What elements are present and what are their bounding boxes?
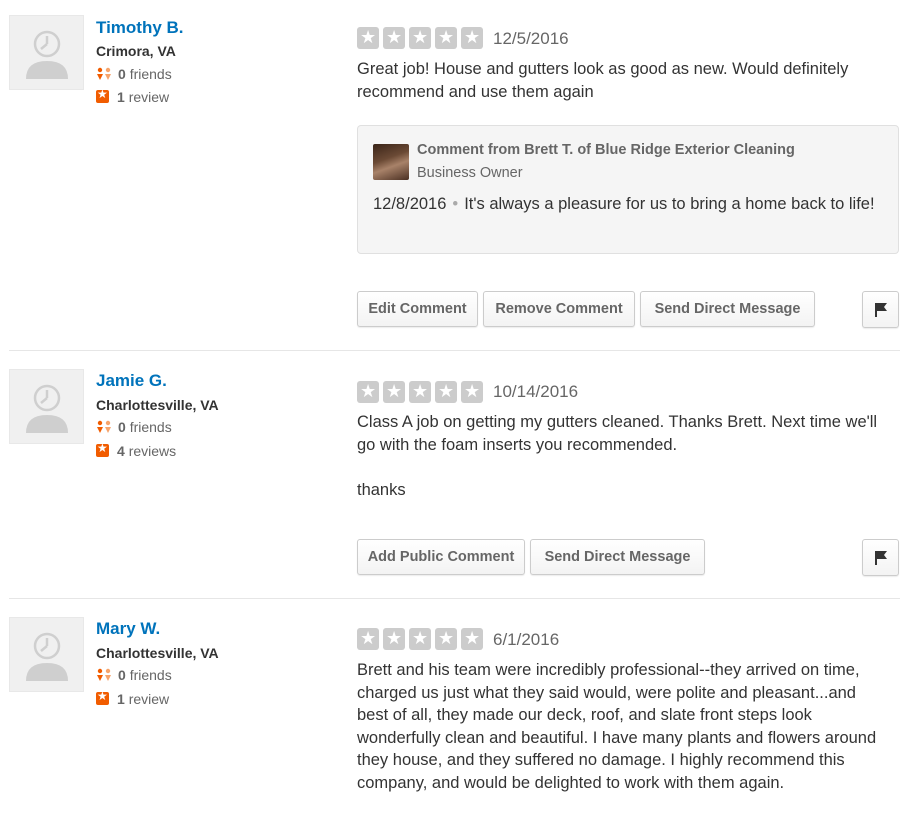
- review-text: Class A job on getting my gutters cleane…: [357, 413, 878, 454]
- review-divider: [9, 350, 900, 351]
- friends-count: 0: [118, 667, 126, 683]
- friends-icon: [97, 67, 111, 80]
- rating-star-icon: [461, 26, 483, 49]
- review-star-icon: [96, 689, 109, 705]
- user-name-link[interactable]: Mary W.: [96, 619, 160, 639]
- friends-stat: 0 friends: [96, 66, 172, 82]
- friends-icon: [97, 420, 111, 433]
- user-avatar[interactable]: [9, 617, 84, 692]
- review-text: Brett and his team were incredibly profe…: [357, 661, 877, 792]
- comment-author: Comment from Brett T. of Blue Ridge Exte…: [417, 142, 795, 158]
- flag-icon: [875, 303, 887, 317]
- review-text-closing: thanks: [357, 481, 406, 499]
- rating-star-icon: [409, 380, 431, 403]
- reviews-stat: 1 review: [96, 87, 170, 105]
- friends-count: 0: [118, 66, 126, 82]
- user-avatar[interactable]: [9, 15, 84, 90]
- comment-text: It's always a pleasure for us to bring a…: [464, 195, 875, 213]
- rating-star-icon: [435, 627, 457, 650]
- review-divider: [9, 598, 900, 599]
- rating-star-icon: [461, 380, 483, 403]
- rating-star-icon: [383, 627, 405, 650]
- friends-icon: [97, 668, 111, 681]
- rating-star-icon: [409, 26, 431, 49]
- separator-dot: •: [452, 195, 459, 213]
- friends-stat: 0 friends: [96, 419, 172, 435]
- flag-icon: [875, 551, 887, 565]
- rating-star-icon: [357, 380, 379, 403]
- user-avatar[interactable]: [9, 369, 84, 444]
- add-public-comment-button[interactable]: Add Public Comment: [357, 539, 525, 575]
- reviews-count: 4: [117, 443, 125, 459]
- user-location: Charlottesville, VA: [96, 645, 219, 661]
- comment-date: 12/8/2016: [373, 195, 447, 213]
- flag-review-button[interactable]: [862, 539, 899, 576]
- friends-label: friends: [129, 66, 172, 82]
- rating-star-icon: [383, 380, 405, 403]
- owner-avatar[interactable]: [373, 144, 409, 180]
- owner-comment: Comment from Brett T. of Blue Ridge Exte…: [357, 125, 899, 254]
- user-name-link[interactable]: Jamie G.: [96, 371, 167, 391]
- rating-star-icon: [357, 26, 379, 49]
- reviews-stat: 4 reviews: [96, 441, 177, 459]
- review-star-icon: [96, 441, 109, 457]
- edit-comment-button[interactable]: Edit Comment: [357, 291, 478, 327]
- friends-label: friends: [129, 419, 172, 435]
- rating-star-icon: [383, 26, 405, 49]
- friends-count: 0: [118, 419, 126, 435]
- user-name-link[interactable]: Timothy B.: [96, 18, 184, 38]
- rating-star-icon: [435, 380, 457, 403]
- reviews-label: review: [128, 691, 170, 707]
- send-direct-message-button[interactable]: Send Direct Message: [640, 291, 815, 327]
- review-date: 12/5/2016: [493, 29, 569, 48]
- rating-star-icon: [461, 627, 483, 650]
- review-star-icon: [96, 87, 109, 103]
- friends-stat: 0 friends: [96, 667, 172, 683]
- review-date: 6/1/2016: [493, 630, 560, 649]
- user-location: Charlottesville, VA: [96, 397, 219, 413]
- friends-label: friends: [129, 667, 172, 683]
- review-date: 10/14/2016: [493, 382, 579, 401]
- reviews-label: reviews: [128, 443, 177, 459]
- flag-review-button[interactable]: [862, 291, 899, 328]
- remove-comment-button[interactable]: Remove Comment: [483, 291, 635, 327]
- rating-star-icon: [357, 627, 379, 650]
- rating-star-icon: [435, 26, 457, 49]
- send-direct-message-button[interactable]: Send Direct Message: [530, 539, 705, 575]
- reviews-label: review: [128, 89, 170, 105]
- comment-body: 12/8/2016 • It's always a pleasure for us …: [373, 192, 888, 216]
- default-avatar-icon: [26, 632, 68, 681]
- default-avatar-icon: [26, 30, 68, 79]
- default-avatar-icon: [26, 384, 68, 433]
- rating-star-icon: [409, 627, 431, 650]
- review-text: Great job! House and gutters look as goo…: [357, 60, 849, 101]
- reviews-stat: 1 review: [96, 689, 170, 707]
- reviews-count: 1: [117, 89, 125, 105]
- comment-author-role: Business Owner: [417, 165, 523, 181]
- reviews-count: 1: [117, 691, 125, 707]
- user-location: Crimora, VA: [96, 43, 176, 59]
